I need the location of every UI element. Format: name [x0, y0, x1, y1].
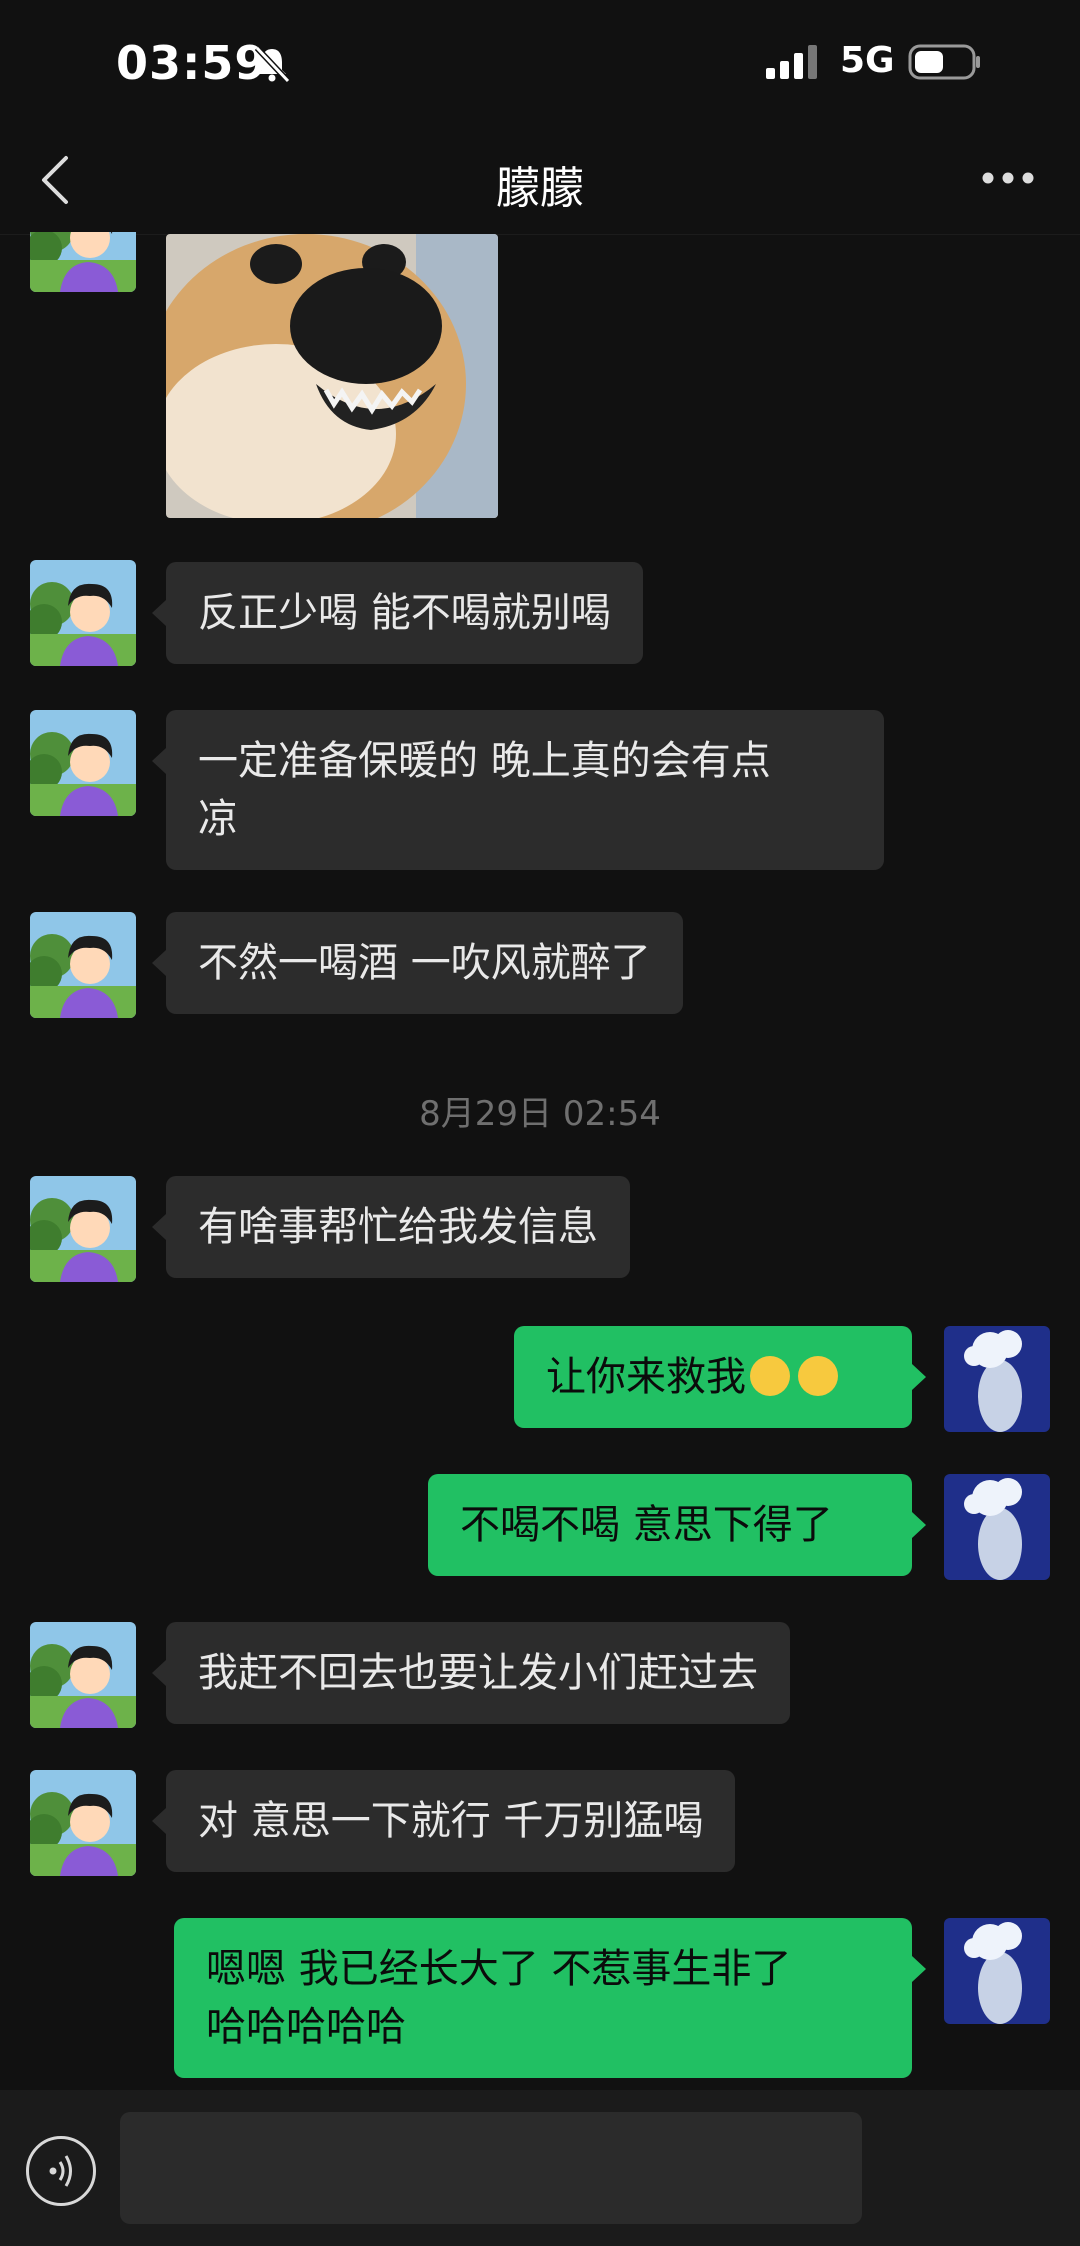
- message-bubble-left[interactable]: 反正少喝 能不喝就别喝: [152, 562, 643, 664]
- message-text: 不喝不喝 意思下得了: [460, 1502, 833, 1548]
- contact-avatar[interactable]: [30, 912, 136, 1018]
- signal-icon: [766, 45, 817, 79]
- message-bubble-left[interactable]: 我赶不回去也要让发小们赶过去: [152, 1622, 790, 1724]
- voice-button[interactable]: [26, 2136, 96, 2206]
- nav-bar: 朦朦: [0, 110, 1080, 235]
- contact-avatar[interactable]: [30, 710, 136, 816]
- message-text-line: 哈哈哈哈哈: [206, 2004, 406, 2050]
- message-text-line: 嗯嗯 我已经长大了 不惹事生非了: [206, 1946, 792, 1992]
- contact-avatar[interactable]: [30, 560, 136, 666]
- message-text: 让你来救我: [546, 1354, 746, 1400]
- my-avatar[interactable]: [944, 1326, 1050, 1432]
- tears-of-joy-emoji: [750, 1356, 790, 1396]
- tears-of-joy-emoji: [798, 1356, 838, 1396]
- message-bubble-left[interactable]: 一定准备保暖的 晚上真的会有点 凉: [152, 710, 884, 870]
- message-text: 反正少喝 能不喝就别喝: [198, 590, 611, 636]
- message-text: 有啥事帮忙给我发信息: [198, 1204, 598, 1250]
- silent-bell-icon: [254, 45, 291, 84]
- my-avatar[interactable]: [944, 1918, 1050, 2024]
- contact-avatar[interactable]: [30, 1770, 136, 1876]
- message-bubble-left[interactable]: 对 意思一下就行 千万别猛喝: [151, 1770, 736, 1872]
- battery-icon: [908, 44, 980, 80]
- status-time: 03:59: [116, 36, 268, 90]
- contact-avatar[interactable]: [30, 1176, 136, 1282]
- message-input[interactable]: [120, 2112, 862, 2224]
- chat-title: 朦朦: [496, 163, 584, 214]
- image-message[interactable]: [166, 234, 498, 518]
- message-bubble-right[interactable]: 嗯嗯 我已经长大了 不惹事生非了 哈哈哈哈哈: [174, 1918, 926, 2078]
- message-bubble-left[interactable]: 不然一喝酒 一吹风就醉了: [152, 912, 683, 1014]
- message-bubble-left[interactable]: 有啥事帮忙给我发信息: [152, 1176, 630, 1278]
- message-text: 我赶不回去也要让发小们赶过去: [198, 1650, 758, 1696]
- message-text-line: 一定准备保暖的 晚上真的会有点: [198, 738, 771, 784]
- message-text-line: 凉: [198, 796, 238, 842]
- contact-avatar[interactable]: [30, 1622, 136, 1728]
- input-bar: [0, 2090, 1080, 2246]
- message-text: 不然一喝酒 一吹风就醉了: [198, 940, 651, 986]
- message-text: 对 意思一下就行 千万别猛喝: [198, 1798, 704, 1844]
- message-bubble-right[interactable]: 让你来救我: [514, 1326, 926, 1428]
- network-type: 5G: [840, 40, 895, 81]
- more-icon[interactable]: [980, 170, 1036, 186]
- timestamp: 8月29日 02:54: [419, 1094, 661, 1134]
- shiba-sticker: [166, 234, 498, 518]
- message-bubble-right[interactable]: 不喝不喝 意思下得了: [428, 1474, 926, 1576]
- my-avatar[interactable]: [944, 1474, 1050, 1580]
- voice-icon: [49, 2155, 72, 2187]
